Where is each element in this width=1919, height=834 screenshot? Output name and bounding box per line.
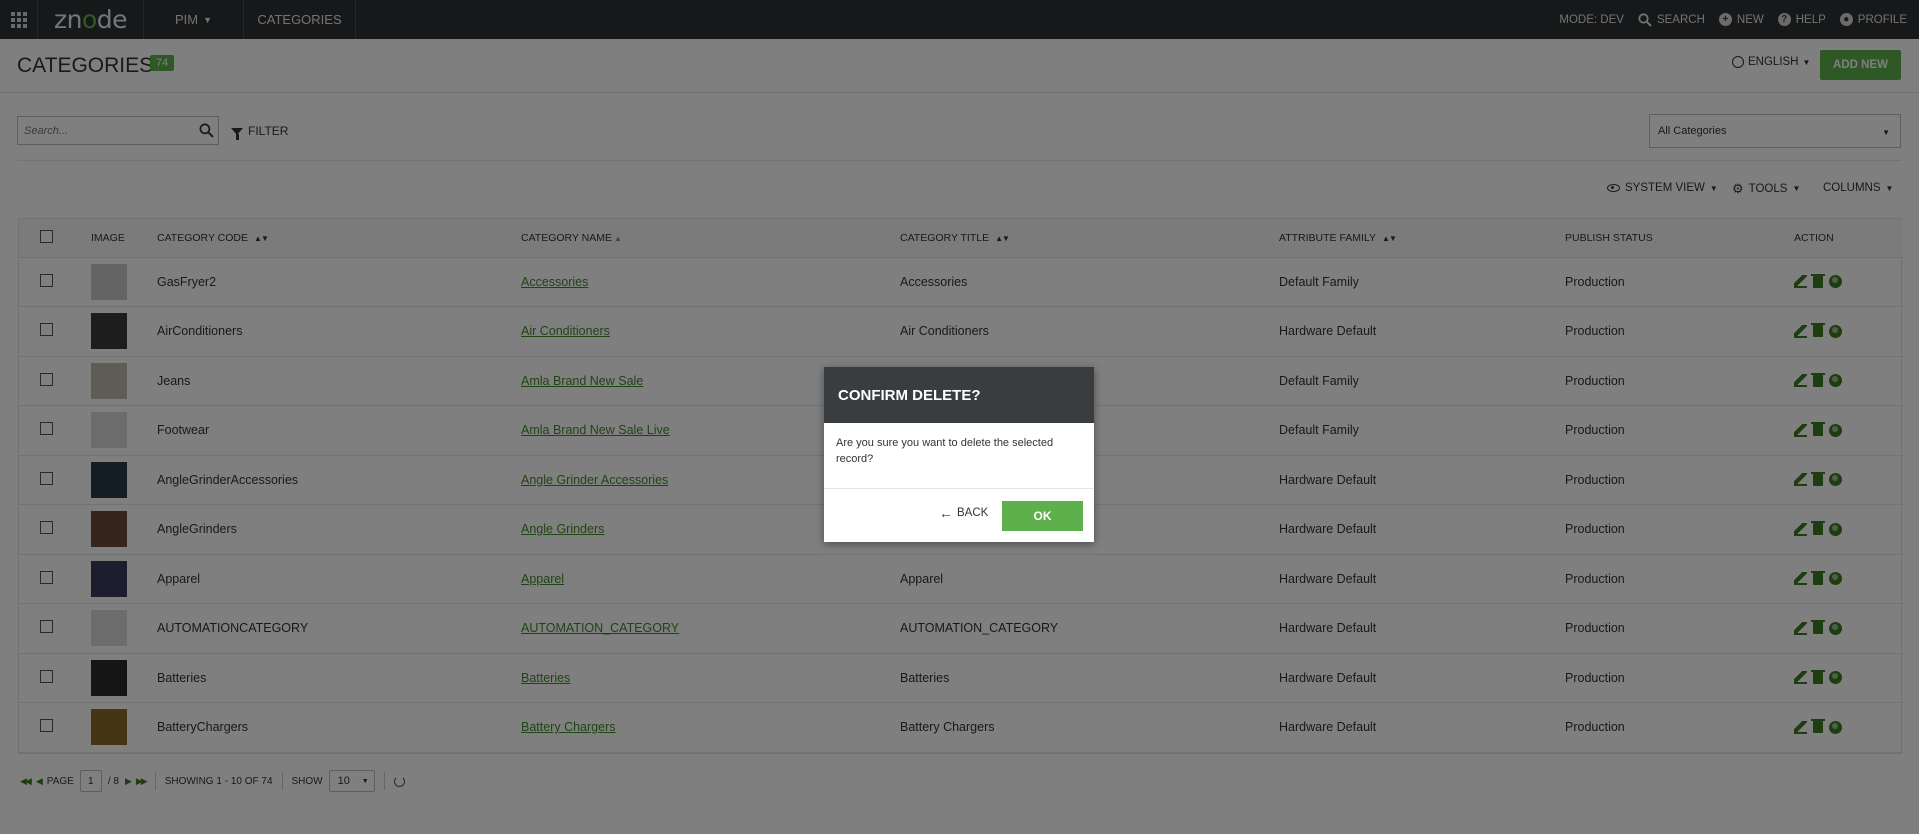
arrow-left-icon: ←	[939, 505, 953, 521]
back-button[interactable]: ← BACK	[939, 506, 988, 520]
dialog-title: CONFIRM DELETE?	[824, 367, 1094, 423]
dialog-message: Are you sure you want to delete the sele…	[824, 423, 1094, 489]
ok-button[interactable]: OK	[1002, 501, 1083, 531]
confirm-delete-dialog: CONFIRM DELETE? Are you sure you want to…	[824, 367, 1094, 542]
back-label: BACK	[957, 507, 989, 519]
dialog-footer: ← BACK OK	[824, 489, 1094, 542]
